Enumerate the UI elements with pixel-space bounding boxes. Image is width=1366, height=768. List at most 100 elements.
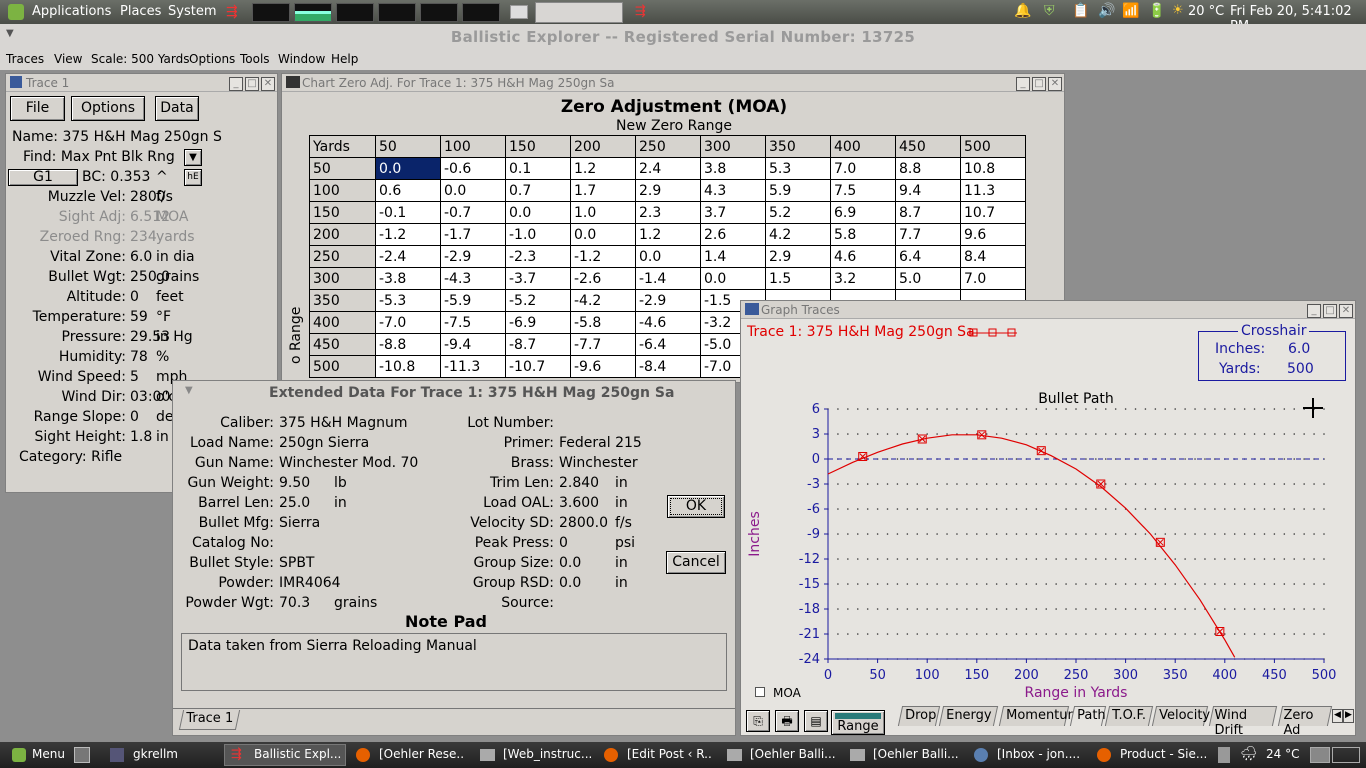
mint-logo-icon[interactable] xyxy=(8,4,24,20)
taskbar-item-oehler-balli-2[interactable]: [Oehler Balli... xyxy=(873,747,959,761)
table-cell[interactable]: 3.7 xyxy=(700,201,766,224)
volume-icon[interactable]: 🔊 xyxy=(1098,3,1115,19)
system-menu[interactable]: System xyxy=(168,4,216,19)
table-cell[interactable]: -1.0 xyxy=(505,223,571,246)
graph-tab-path[interactable]: Path xyxy=(1069,706,1107,726)
ext-value[interactable]: SPBT xyxy=(279,555,315,571)
dialog-titlebar[interactable]: ▼ Extended Data For Trace 1: 375 H&H Mag… xyxy=(173,381,735,405)
minimize-button[interactable]: _ xyxy=(1016,77,1030,91)
find-select[interactable]: Find: Max Pnt Blk Rng xyxy=(23,149,175,165)
minimize-button[interactable]: _ xyxy=(229,77,243,91)
find-dropdown-button[interactable]: ▼ xyxy=(184,149,202,166)
table-cell[interactable]: -4.3 xyxy=(440,267,506,290)
trace-1-tab[interactable]: Trace 1 xyxy=(178,710,241,730)
ext-value[interactable]: 2800.0 xyxy=(559,515,608,531)
taskbar-item-edit-post[interactable]: [Edit Post ‹ R... xyxy=(627,747,713,761)
workspace-icon[interactable] xyxy=(510,5,528,19)
ok-button[interactable]: OK xyxy=(667,495,725,518)
menu-window[interactable]: Window xyxy=(278,52,325,66)
table-cell[interactable]: -9.4 xyxy=(440,333,506,356)
table-cell[interactable]: 0.1 xyxy=(505,157,571,180)
table-cell[interactable]: -1.4 xyxy=(635,267,701,290)
ext-value[interactable]: 9.50 xyxy=(279,475,310,491)
table-cell[interactable]: 5.3 xyxy=(765,157,831,180)
table-cell[interactable]: -10.7 xyxy=(505,355,571,378)
panel-temperature[interactable]: 20 °C xyxy=(1188,4,1224,19)
pager-icon[interactable]: ⇶ xyxy=(635,4,646,19)
table-cell[interactable]: -4.2 xyxy=(570,289,636,312)
ext-value[interactable]: Sierra xyxy=(279,515,320,531)
menu-help[interactable]: Help xyxy=(331,52,358,66)
graph-tab-drop[interactable]: Drop xyxy=(897,706,941,726)
table-cell[interactable]: -2.9 xyxy=(440,245,506,268)
tab-scroll-right-icon[interactable]: ▶ xyxy=(1343,709,1354,723)
dialog-menu-icon[interactable]: ▼ xyxy=(185,385,193,396)
workspace-pager-2[interactable] xyxy=(1332,747,1360,763)
table-cell[interactable]: 0.0 xyxy=(700,267,766,290)
table-cell[interactable]: 0.6 xyxy=(375,179,441,202)
maximize-button[interactable]: □ xyxy=(1032,77,1046,91)
table-cell[interactable]: 3.8 xyxy=(700,157,766,180)
taskbar-item-product[interactable]: Product - Sie... xyxy=(1120,747,1206,761)
ext-value[interactable]: 0 xyxy=(559,535,568,551)
maximize-button[interactable]: □ xyxy=(1323,304,1337,318)
file-button[interactable]: File xyxy=(10,96,65,121)
taskbar-menu[interactable]: Menu xyxy=(32,747,65,761)
table-cell[interactable]: 8.7 xyxy=(895,201,961,224)
field-value[interactable]: 78 xyxy=(130,349,148,365)
table-cell[interactable]: -8.8 xyxy=(375,333,441,356)
table-cell[interactable]: -1.2 xyxy=(375,223,441,246)
field-value[interactable]: 6.0 xyxy=(130,249,152,265)
bullet-path-chart[interactable]: Bullet Path 0 50 100 150 200 250 300 350 400 450 50… xyxy=(741,386,1353,706)
ext-value[interactable]: 0.0 xyxy=(559,575,581,591)
table-cell[interactable]: 10.7 xyxy=(960,201,1026,224)
moa-checkbox[interactable] xyxy=(755,687,765,697)
table-cell[interactable]: 9.6 xyxy=(960,223,1026,246)
table-cell[interactable]: -9.6 xyxy=(570,355,636,378)
zero-window-titlebar[interactable]: Chart Zero Adj. For Trace 1: 375 H&H Mag… xyxy=(282,74,1064,92)
cancel-button[interactable]: Cancel xyxy=(666,551,726,574)
table-cell[interactable]: -2.6 xyxy=(570,267,636,290)
g1-button[interactable]: G1 xyxy=(8,169,78,186)
graph-tab-t-o-f[interactable]: T.O.F. xyxy=(1104,706,1154,726)
graph-window-titlebar[interactable]: Graph Traces _ □ ✕ xyxy=(741,301,1355,319)
minimize-button[interactable]: _ xyxy=(1307,304,1321,318)
table-cell[interactable]: 2.9 xyxy=(635,179,701,202)
table-cell[interactable]: 5.8 xyxy=(830,223,896,246)
table-cell[interactable]: 0.0 xyxy=(570,223,636,246)
table-cell[interactable]: 1.2 xyxy=(635,223,701,246)
field-value[interactable]: 59 xyxy=(130,309,148,325)
table-cell[interactable]: 0.0 xyxy=(440,179,506,202)
data-button[interactable]: Data xyxy=(155,96,199,121)
table-cell[interactable]: -5.8 xyxy=(570,311,636,334)
graph-tab-energy[interactable]: Energy xyxy=(938,706,999,726)
table-cell[interactable]: 5.2 xyxy=(765,201,831,224)
graph-tab-zero-ad[interactable]: Zero Ad xyxy=(1277,706,1333,738)
taskbar-item-gkrellm[interactable]: gkrellm xyxy=(133,747,178,761)
field-value[interactable]: 0 xyxy=(130,409,139,425)
table-cell[interactable]: -6.4 xyxy=(635,333,701,356)
table-cell[interactable]: 2.3 xyxy=(635,201,701,224)
table-cell[interactable]: -3.7 xyxy=(505,267,571,290)
shield-icon[interactable]: ⛨ xyxy=(1044,3,1055,19)
print-icon[interactable]: 🖶 xyxy=(775,710,799,732)
graph-tab-velocity[interactable]: Velocity xyxy=(1151,706,1210,726)
field-value[interactable]: 1.8 xyxy=(130,429,152,445)
menu-logo-icon[interactable] xyxy=(12,748,26,762)
table-cell[interactable]: -3.8 xyxy=(375,267,441,290)
table-cell[interactable]: -5.3 xyxy=(375,289,441,312)
table-cell[interactable]: -6.9 xyxy=(505,311,571,334)
table-cell[interactable]: 4.3 xyxy=(700,179,766,202)
table-cell[interactable]: 0.0 xyxy=(505,201,571,224)
tab-scroll-left-icon[interactable]: ◀ xyxy=(1332,709,1343,723)
signal-icon[interactable]: 📶 xyxy=(1122,3,1139,19)
table-cell[interactable]: 11.3 xyxy=(960,179,1026,202)
ext-value[interactable]: 70.3 xyxy=(279,595,310,611)
workspace-switcher[interactable] xyxy=(535,2,623,23)
workspace-pager[interactable] xyxy=(1310,747,1330,763)
trash-icon[interactable] xyxy=(1218,747,1230,763)
table-cell[interactable]: 6.9 xyxy=(830,201,896,224)
notepad-textarea[interactable]: Data taken from Sierra Reloading Manual xyxy=(181,633,727,691)
table-cell[interactable]: 8.4 xyxy=(960,245,1026,268)
table-cell[interactable]: 8.8 xyxy=(895,157,961,180)
